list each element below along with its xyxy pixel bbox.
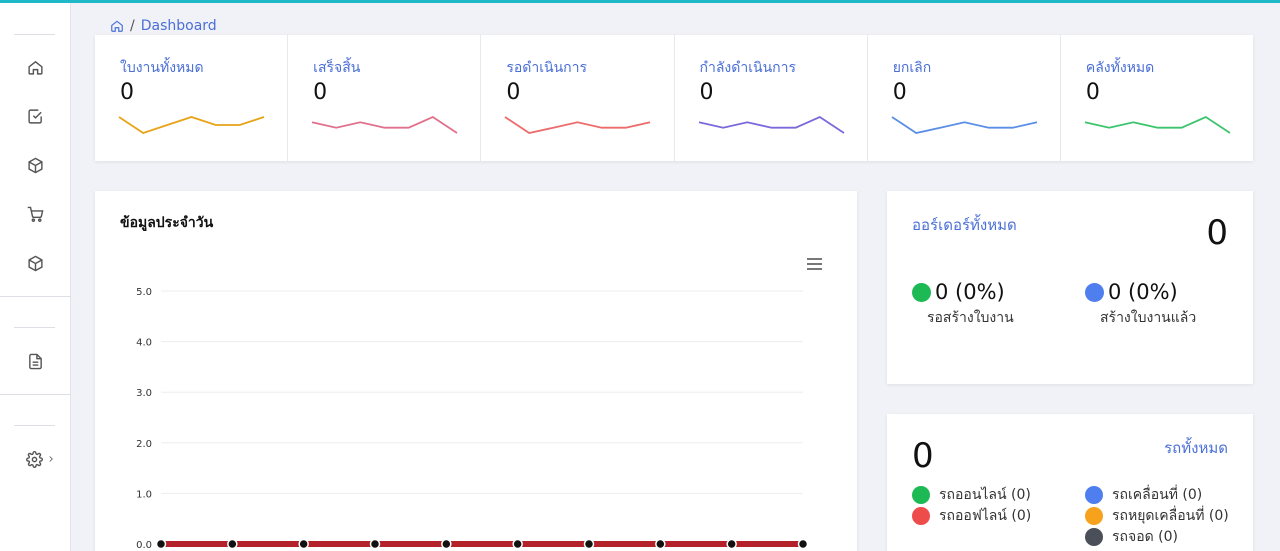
- stat-value: 0: [1085, 80, 1100, 105]
- vehicle-stopped-label: รถหยุดเคลื่อนที่ (0): [1112, 508, 1229, 524]
- data-point[interactable]: [369, 538, 381, 550]
- sparkline: [311, 115, 458, 134]
- daily-line-chart: 0.0 1.0 2.0 3.0 4.0 5.0: [136, 287, 809, 551]
- vehicle-moving-label: รถเคลื่อนที่ (0): [1112, 487, 1203, 503]
- data-point[interactable]: [298, 538, 309, 550]
- settings-menu[interactable]: [24, 448, 58, 470]
- sidebar-divider: [14, 327, 55, 328]
- sidebar-divider: [14, 34, 55, 35]
- sidebar-divider: [14, 425, 55, 426]
- sidebar-divider: [0, 296, 71, 297]
- y-tick-label: 5.0: [136, 287, 152, 298]
- stat-card[interactable]: เสร็จสิ้น 0: [288, 35, 482, 161]
- stat-label: รอดำเนินการ: [506, 60, 588, 76]
- breadcrumb-separator: /: [130, 18, 135, 34]
- orders-created-value: 0 (0%): [1108, 280, 1178, 304]
- y-tick-label: 2.0: [136, 439, 152, 450]
- stat-value: 0: [699, 80, 714, 105]
- orders-total: 0: [1206, 213, 1228, 253]
- orders-created-label: สร้างใบงานแล้ว: [1100, 310, 1197, 326]
- sparkline: [504, 116, 651, 134]
- chevron-right-icon: [49, 456, 53, 462]
- y-tick-label: 4.0: [136, 338, 152, 349]
- daily-chart-card: ข้อมูลประจำวัน 0.0 1.0 2.0 3.0 4.0 5.0: [95, 191, 857, 551]
- vehicle-offline-label: รถออฟไลน์ (0): [939, 508, 1032, 524]
- vehicles-card: รถทั้งหมด 0 รถออนไลน์ (0) รถออฟไลน์ (0) …: [887, 414, 1253, 551]
- data-point[interactable]: [726, 538, 737, 550]
- home-icon[interactable]: [24, 56, 46, 78]
- data-point[interactable]: [155, 538, 167, 550]
- sparkline-path: [698, 115, 845, 134]
- data-point[interactable]: [227, 538, 238, 550]
- y-tick-label: 0.0: [136, 540, 152, 551]
- sidebar-divider: [0, 394, 71, 395]
- data-point[interactable]: [797, 538, 809, 550]
- stat-label: คลังทั้งหมด: [1085, 60, 1155, 76]
- sparkline-path: [311, 115, 458, 134]
- stat-value: 0: [892, 80, 907, 105]
- status-dot: [1085, 486, 1103, 504]
- data-point[interactable]: [583, 538, 595, 550]
- box-icon[interactable]: [24, 154, 46, 176]
- sparkline: [698, 115, 845, 134]
- status-dot: [912, 486, 930, 504]
- checkbox-icon[interactable]: [24, 105, 46, 127]
- orders-legend-waiting: 0 (0%): [912, 280, 1005, 304]
- stat-value: 0: [506, 80, 521, 105]
- sidebar: [0, 3, 71, 551]
- box-icon[interactable]: [24, 252, 46, 274]
- sparkline: [118, 116, 265, 134]
- stat-value: 0: [120, 80, 134, 105]
- y-tick-label: 3.0: [136, 388, 152, 399]
- cart-icon[interactable]: [24, 203, 46, 225]
- data-point[interactable]: [441, 538, 452, 550]
- stat-label: ยกเลิก: [892, 60, 932, 76]
- stat-value: 0: [313, 80, 328, 105]
- orders-legend-created: 0 (0%): [1085, 280, 1178, 304]
- sparkline-path: [118, 116, 265, 134]
- sparkline-path: [504, 116, 651, 134]
- breadcrumb-current[interactable]: Dashboard: [141, 18, 217, 34]
- document-icon[interactable]: [24, 350, 46, 372]
- orders-waiting-label: รอสร้างใบงาน: [927, 310, 1014, 326]
- orders-card: ออร์เดอร์ทั้งหมด 0 0 (0%) รอสร้างใบงาน 0…: [887, 191, 1253, 384]
- stat-card[interactable]: รอดำเนินการ 0: [481, 35, 675, 161]
- sparkline: [891, 116, 1037, 134]
- vehicle-legend-stopped: รถหยุดเคลื่อนที่ (0): [1085, 505, 1229, 527]
- home-icon[interactable]: [110, 19, 124, 33]
- gear-icon: [26, 450, 43, 468]
- data-point[interactable]: [512, 538, 523, 550]
- vehicles-total: 0: [912, 436, 934, 476]
- stat-card[interactable]: คลังทั้งหมด 0: [1061, 35, 1253, 161]
- data-point[interactable]: [655, 538, 666, 550]
- vehicle-online-label: รถออนไลน์ (0): [939, 487, 1031, 503]
- breadcrumb: / Dashboard: [110, 18, 217, 34]
- sparkline: [1084, 115, 1231, 134]
- stats-strip: ใบงานทั้งหมด 0 เสร็จสิ้น 0 รอดำเนินการ 0…: [95, 35, 1253, 161]
- stat-label: กำลังดำเนินการ: [699, 60, 797, 76]
- top-accent-bar: [0, 0, 1280, 3]
- vehicle-parked-label: รถจอด (0): [1112, 529, 1178, 545]
- stat-card[interactable]: ใบงานทั้งหมด 0: [95, 35, 289, 161]
- sparkline-path: [1084, 115, 1231, 134]
- stat-label: เสร็จสิ้น: [313, 60, 361, 76]
- stat-card[interactable]: กำลังดำเนินการ 0: [675, 35, 868, 161]
- vehicle-legend-online: รถออนไลน์ (0): [912, 484, 1031, 506]
- status-dot: [1085, 507, 1103, 525]
- stat-card[interactable]: ยกเลิก 0: [868, 35, 1061, 161]
- vehicle-legend-offline: รถออฟไลน์ (0): [912, 505, 1031, 527]
- orders-waiting-value: 0 (0%): [935, 280, 1005, 304]
- status-dot: [1085, 282, 1104, 302]
- status-dot: [912, 507, 930, 525]
- sparkline-path: [891, 116, 1037, 134]
- vehicles-title[interactable]: รถทั้งหมด: [1164, 436, 1228, 460]
- vehicle-legend-moving: รถเคลื่อนที่ (0): [1085, 484, 1202, 506]
- y-tick-label: 1.0: [136, 489, 152, 500]
- status-dot: [1085, 528, 1103, 546]
- stat-label: ใบงานทั้งหมด: [120, 60, 204, 76]
- vehicle-legend-parked: รถจอด (0): [1085, 526, 1178, 548]
- orders-title: ออร์เดอร์ทั้งหมด: [912, 216, 1017, 234]
- status-dot: [912, 282, 931, 302]
